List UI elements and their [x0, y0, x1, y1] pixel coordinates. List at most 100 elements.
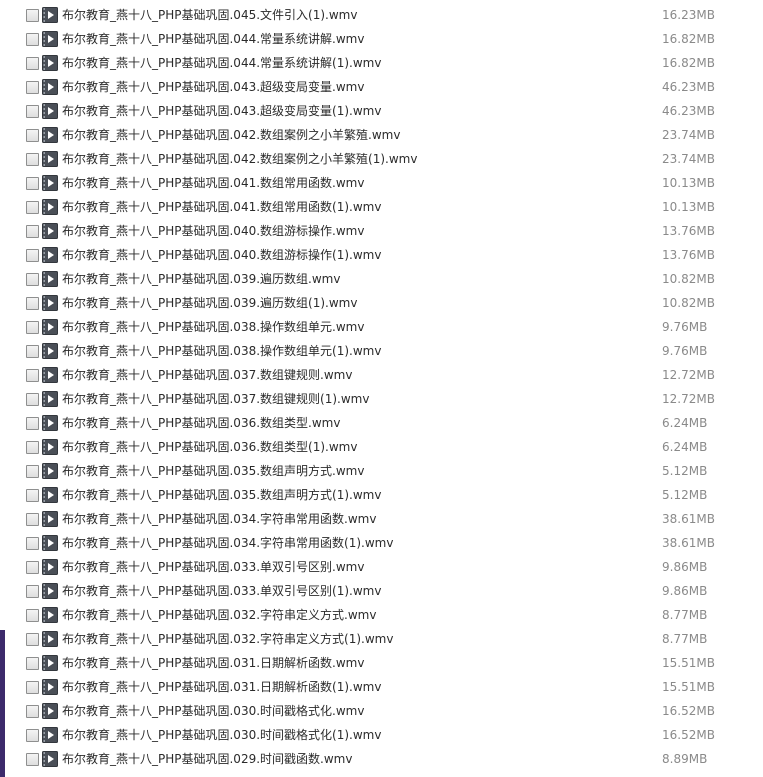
video-file-icon: [42, 703, 58, 719]
file-name: 布尔教育_燕十八_PHP基础巩固.030.时间戳格式化.wmv: [62, 704, 365, 718]
file-row[interactable]: 布尔教育_燕十八_PHP基础巩固.043.超级变局变量.wmv 46.23MB: [0, 76, 763, 100]
file-row[interactable]: 布尔教育_燕十八_PHP基础巩固.041.数组常用函数.wmv 10.13MB: [0, 172, 763, 196]
file-row[interactable]: 布尔教育_燕十八_PHP基础巩固.033.单双引号区别(1).wmv 9.86M…: [0, 580, 763, 604]
file-row[interactable]: 布尔教育_燕十八_PHP基础巩固.033.单双引号区别.wmv 9.86MB: [0, 556, 763, 580]
select-checkbox[interactable]: [26, 657, 39, 670]
video-file-icon: [42, 223, 58, 239]
file-list: 布尔教育_燕十八_PHP基础巩固.045.文件引入(1).wmv 16.23MB…: [0, 4, 763, 772]
select-checkbox[interactable]: [26, 417, 39, 430]
video-file-icon: [42, 535, 58, 551]
select-checkbox[interactable]: [26, 345, 39, 358]
file-row[interactable]: 布尔教育_燕十八_PHP基础巩固.034.字符串常用函数.wmv 38.61MB: [0, 508, 763, 532]
select-checkbox[interactable]: [26, 561, 39, 574]
file-size: 38.61MB: [662, 536, 715, 550]
select-checkbox[interactable]: [26, 537, 39, 550]
file-name: 布尔教育_燕十八_PHP基础巩固.045.文件引入(1).wmv: [62, 8, 358, 22]
select-checkbox[interactable]: [26, 729, 39, 742]
file-row[interactable]: 布尔教育_燕十八_PHP基础巩固.042.数组案例之小羊繁殖(1).wmv 23…: [0, 148, 763, 172]
video-file-icon: [42, 367, 58, 383]
file-size: 9.86MB: [662, 584, 708, 598]
file-row[interactable]: 布尔教育_燕十八_PHP基础巩固.040.数组游标操作.wmv 13.76MB: [0, 220, 763, 244]
file-row[interactable]: 布尔教育_燕十八_PHP基础巩固.030.时间戳格式化.wmv 16.52MB: [0, 700, 763, 724]
file-name: 布尔教育_燕十八_PHP基础巩固.034.字符串常用函数(1).wmv: [62, 536, 394, 550]
file-row[interactable]: 布尔教育_燕十八_PHP基础巩固.037.数组键规则(1).wmv 12.72M…: [0, 388, 763, 412]
file-row[interactable]: 布尔教育_燕十八_PHP基础巩固.038.操作数组单元.wmv 9.76MB: [0, 316, 763, 340]
file-size: 8.77MB: [662, 632, 708, 646]
select-checkbox[interactable]: [26, 57, 39, 70]
video-file-icon: [42, 103, 58, 119]
file-row[interactable]: 布尔教育_燕十八_PHP基础巩固.044.常量系统讲解.wmv 16.82MB: [0, 28, 763, 52]
file-size: 5.12MB: [662, 464, 708, 478]
video-file-icon: [42, 151, 58, 167]
select-checkbox[interactable]: [26, 681, 39, 694]
file-row[interactable]: 布尔教育_燕十八_PHP基础巩固.038.操作数组单元(1).wmv 9.76M…: [0, 340, 763, 364]
file-row[interactable]: 布尔教育_燕十八_PHP基础巩固.031.日期解析函数(1).wmv 15.51…: [0, 676, 763, 700]
file-row[interactable]: 布尔教育_燕十八_PHP基础巩固.044.常量系统讲解(1).wmv 16.82…: [0, 52, 763, 76]
video-file-icon: [42, 463, 58, 479]
select-checkbox[interactable]: [26, 225, 39, 238]
file-size: 6.24MB: [662, 440, 708, 454]
file-row[interactable]: 布尔教育_燕十八_PHP基础巩固.035.数组声明方式(1).wmv 5.12M…: [0, 484, 763, 508]
select-checkbox[interactable]: [26, 201, 39, 214]
video-file-icon: [42, 271, 58, 287]
file-size: 8.89MB: [662, 752, 708, 766]
select-checkbox[interactable]: [26, 393, 39, 406]
select-checkbox[interactable]: [26, 369, 39, 382]
file-size: 46.23MB: [662, 80, 715, 94]
file-row[interactable]: 布尔教育_燕十八_PHP基础巩固.041.数组常用函数(1).wmv 10.13…: [0, 196, 763, 220]
select-checkbox[interactable]: [26, 489, 39, 502]
video-file-icon: [42, 295, 58, 311]
file-row[interactable]: 布尔教育_燕十八_PHP基础巩固.036.数组类型.wmv 6.24MB: [0, 412, 763, 436]
video-file-icon: [42, 487, 58, 503]
file-size: 23.74MB: [662, 152, 715, 166]
select-checkbox[interactable]: [26, 705, 39, 718]
video-file-icon: [42, 319, 58, 335]
file-size: 13.76MB: [662, 248, 715, 262]
file-row[interactable]: 布尔教育_燕十八_PHP基础巩固.034.字符串常用函数(1).wmv 38.6…: [0, 532, 763, 556]
file-size: 16.23MB: [662, 8, 715, 22]
file-row[interactable]: 布尔教育_燕十八_PHP基础巩固.037.数组键规则.wmv 12.72MB: [0, 364, 763, 388]
file-name: 布尔教育_燕十八_PHP基础巩固.035.数组声明方式(1).wmv: [62, 488, 382, 502]
file-row[interactable]: 布尔教育_燕十八_PHP基础巩固.043.超级变局变量(1).wmv 46.23…: [0, 100, 763, 124]
file-row[interactable]: 布尔教育_燕十八_PHP基础巩固.042.数组案例之小羊繁殖.wmv 23.74…: [0, 124, 763, 148]
select-checkbox[interactable]: [26, 513, 39, 526]
file-row[interactable]: 布尔教育_燕十八_PHP基础巩固.040.数组游标操作(1).wmv 13.76…: [0, 244, 763, 268]
file-size: 8.77MB: [662, 608, 708, 622]
file-row[interactable]: 布尔教育_燕十八_PHP基础巩固.031.日期解析函数.wmv 15.51MB: [0, 652, 763, 676]
video-file-icon: [42, 247, 58, 263]
video-file-icon: [42, 607, 58, 623]
video-file-icon: [42, 655, 58, 671]
file-row[interactable]: 布尔教育_燕十八_PHP基础巩固.039.遍历数组.wmv 10.82MB: [0, 268, 763, 292]
select-checkbox[interactable]: [26, 609, 39, 622]
select-checkbox[interactable]: [26, 249, 39, 262]
file-row[interactable]: 布尔教育_燕十八_PHP基础巩固.029.时间戳函数.wmv 8.89MB: [0, 748, 763, 772]
select-checkbox[interactable]: [26, 105, 39, 118]
select-checkbox[interactable]: [26, 129, 39, 142]
file-row[interactable]: 布尔教育_燕十八_PHP基础巩固.032.字符串定义方式.wmv 8.77MB: [0, 604, 763, 628]
select-checkbox[interactable]: [26, 153, 39, 166]
select-checkbox[interactable]: [26, 585, 39, 598]
select-checkbox[interactable]: [26, 465, 39, 478]
file-size: 15.51MB: [662, 656, 715, 670]
select-checkbox[interactable]: [26, 753, 39, 766]
file-name: 布尔教育_燕十八_PHP基础巩固.036.数组类型.wmv: [62, 416, 341, 430]
file-name: 布尔教育_燕十八_PHP基础巩固.043.超级变局变量(1).wmv: [62, 104, 382, 118]
file-row[interactable]: 布尔教育_燕十八_PHP基础巩固.036.数组类型(1).wmv 6.24MB: [0, 436, 763, 460]
select-checkbox[interactable]: [26, 273, 39, 286]
select-checkbox[interactable]: [26, 297, 39, 310]
file-name: 布尔教育_燕十八_PHP基础巩固.032.字符串定义方式(1).wmv: [62, 632, 394, 646]
file-row[interactable]: 布尔教育_燕十八_PHP基础巩固.035.数组声明方式.wmv 5.12MB: [0, 460, 763, 484]
select-checkbox[interactable]: [26, 9, 39, 22]
file-row[interactable]: 布尔教育_燕十八_PHP基础巩固.039.遍历数组(1).wmv 10.82MB: [0, 292, 763, 316]
select-checkbox[interactable]: [26, 321, 39, 334]
file-row[interactable]: 布尔教育_燕十八_PHP基础巩固.030.时间戳格式化(1).wmv 16.52…: [0, 724, 763, 748]
select-checkbox[interactable]: [26, 177, 39, 190]
file-name: 布尔教育_燕十八_PHP基础巩固.037.数组键规则(1).wmv: [62, 392, 370, 406]
select-checkbox[interactable]: [26, 81, 39, 94]
select-checkbox[interactable]: [26, 441, 39, 454]
file-row[interactable]: 布尔教育_燕十八_PHP基础巩固.032.字符串定义方式(1).wmv 8.77…: [0, 628, 763, 652]
video-file-icon: [42, 31, 58, 47]
select-checkbox[interactable]: [26, 633, 39, 646]
select-checkbox[interactable]: [26, 33, 39, 46]
file-row[interactable]: 布尔教育_燕十八_PHP基础巩固.045.文件引入(1).wmv 16.23MB: [0, 4, 763, 28]
